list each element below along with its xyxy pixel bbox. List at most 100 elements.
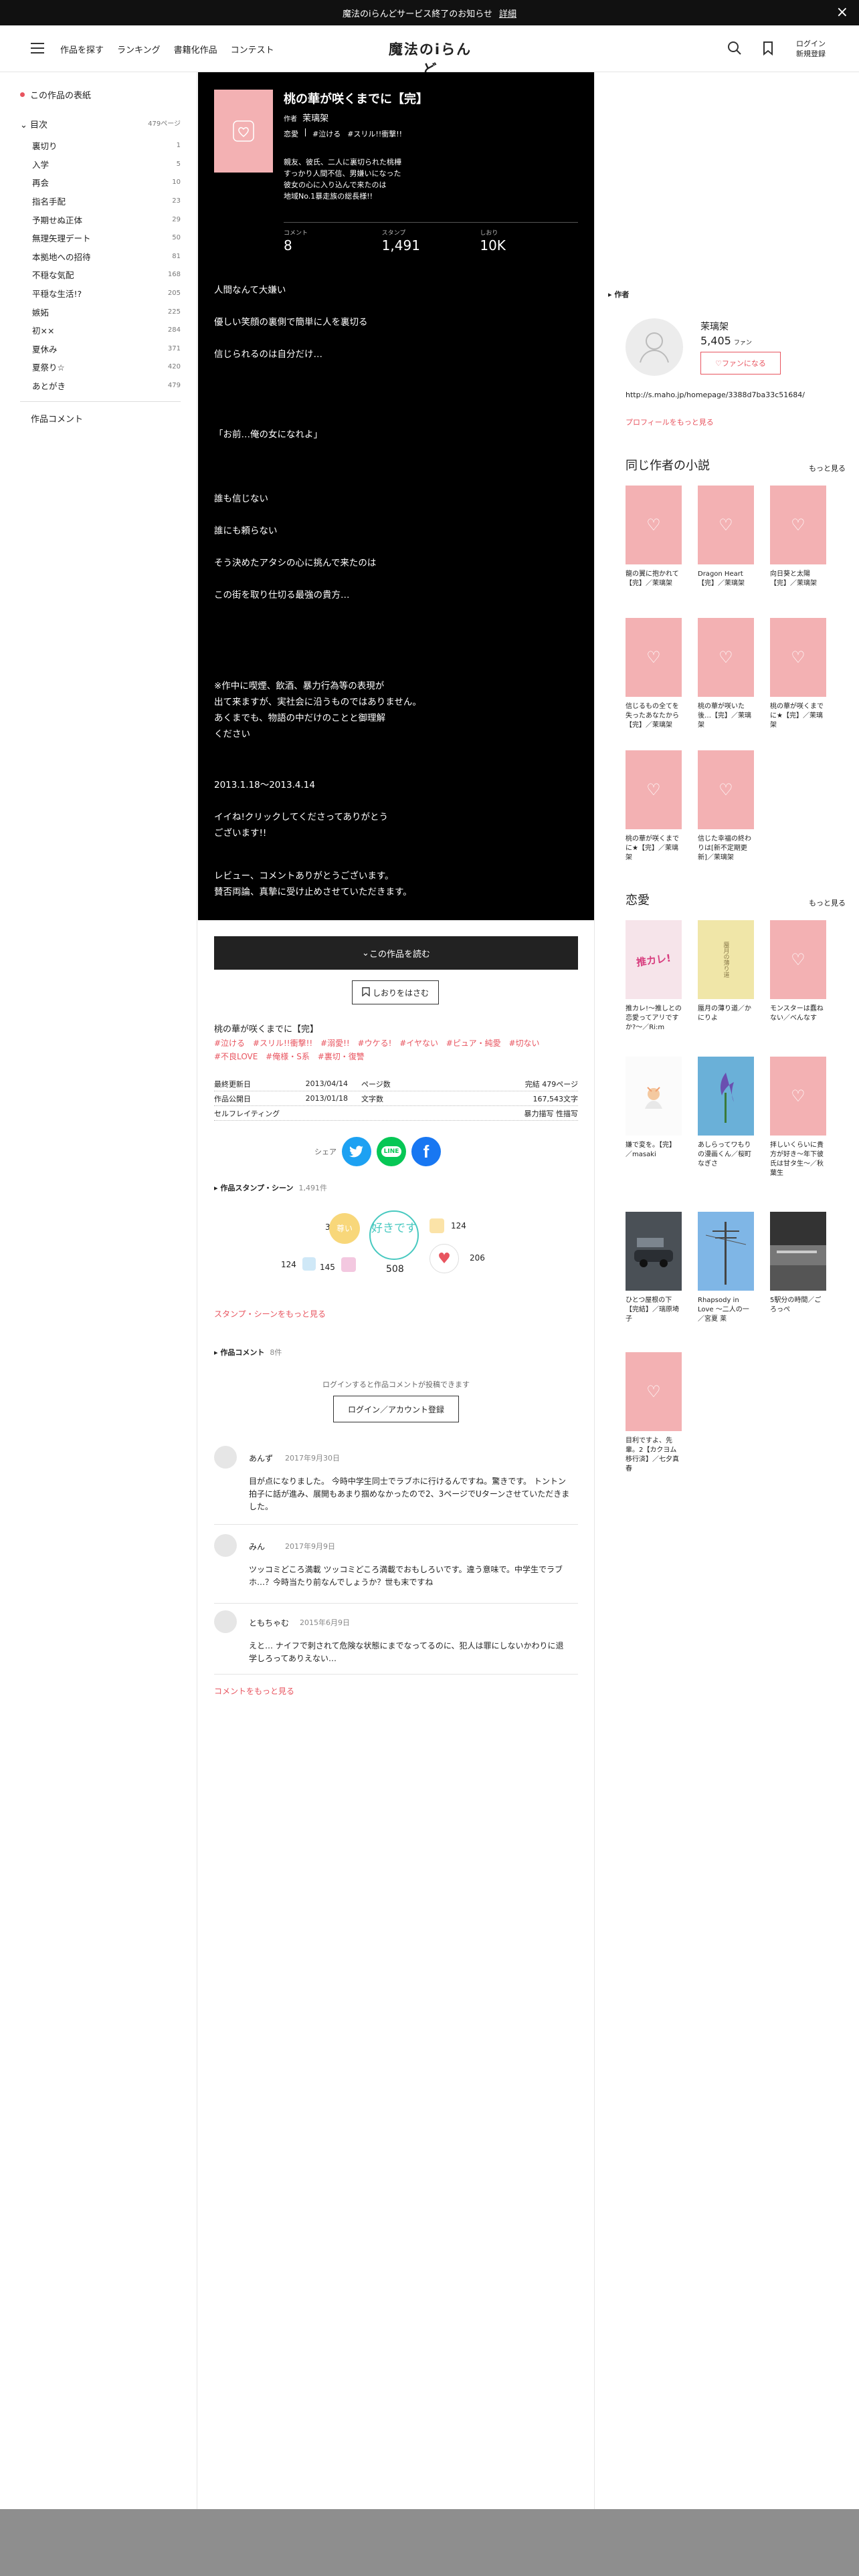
book-card[interactable]: ♡ 信じるもの全てを失ったあなたから【完】／茉璃架 — [626, 618, 682, 730]
cover-link[interactable]: この作品の表紙 — [20, 88, 91, 101]
site-logo[interactable]: 魔法のiらんど — [381, 39, 479, 78]
nav-ranking[interactable]: ランキング — [117, 43, 161, 56]
book-card[interactable]: ♡ 向日葵と太陽【完】／茉璃架 — [770, 486, 826, 588]
toc-item[interactable]: 初×× 284 — [32, 321, 181, 340]
book-card[interactable]: 5駅分の時間／ごろっぺ — [770, 1212, 826, 1315]
book-card[interactable]: ひとつ屋根の下【完結】／瑞原埼子 — [626, 1212, 682, 1324]
twitter-share-icon[interactable] — [342, 1137, 371, 1166]
tag-link[interactable]: #スリル!!衝撃!! — [347, 128, 402, 139]
same-author-more-link[interactable]: もっと見る — [809, 463, 846, 473]
comment-date: 2017年9月30日 — [285, 1454, 340, 1463]
book-card[interactable]: ♡ Dragon Heart【完】／茉璃架 — [698, 486, 754, 588]
bookmark-icon[interactable] — [760, 40, 776, 56]
book-card[interactable]: 嫌で変を。【完】／masaki — [626, 1057, 682, 1160]
stamp-ukeru-icon[interactable] — [341, 1257, 356, 1272]
line-share-icon[interactable]: LINE — [377, 1137, 406, 1166]
book-card[interactable]: ♡ モンスターは蠢ねない／べんなす — [770, 920, 826, 1023]
romance-more-link[interactable]: もっと見る — [809, 897, 846, 908]
body-paragraph: 2013.1.18〜2013.4.14 — [214, 780, 315, 790]
tag-link[interactable]: #ウケる! — [358, 1039, 392, 1048]
tag-link[interactable]: #俺様・S系 — [266, 1052, 310, 1061]
user-icon — [640, 332, 669, 363]
book-card[interactable]: 蜃月の薄り道 蜃月の薄り道／かにりよ — [698, 920, 754, 1023]
author-name-link[interactable]: 茉璃架 — [700, 320, 729, 333]
author-avatar[interactable] — [626, 318, 683, 376]
hamburger-menu-icon[interactable] — [31, 43, 44, 53]
facebook-share-icon[interactable]: f — [411, 1137, 441, 1166]
comment-author[interactable]: みん — [249, 1541, 265, 1552]
toc-item[interactable]: 入学 5 — [32, 155, 181, 174]
become-fan-button[interactable]: ♡ ファンになる — [700, 352, 781, 374]
toc-total-pages: 479ページ — [148, 120, 181, 128]
close-icon[interactable]: × — [836, 4, 848, 21]
book-cover: ♡ — [770, 618, 826, 697]
tag-link[interactable]: #切ない — [508, 1039, 539, 1048]
tag-link[interactable]: #溺愛!! — [320, 1039, 350, 1048]
more-comments-link[interactable]: コメントをもっと見る — [214, 1685, 294, 1697]
chevron-down-icon: ⌄ — [20, 120, 27, 130]
toc-item[interactable]: 再会 10 — [32, 173, 181, 192]
work-cover[interactable] — [214, 90, 273, 173]
toc-item[interactable]: 予期せぬ正体 29 — [32, 210, 181, 229]
book-card[interactable]: Rhapsody in Love 〜二人の一／宮夏 莱 — [698, 1212, 754, 1324]
toc-item[interactable]: 本拠地への招待 81 — [32, 247, 181, 266]
toc-item[interactable]: あとがき 479 — [32, 377, 181, 395]
tag-link[interactable]: #裏切・復讐 — [318, 1052, 365, 1061]
body-paragraph: 誰も信じない — [214, 494, 268, 504]
tag-link[interactable]: #不良LOVE — [214, 1052, 258, 1061]
book-card[interactable]: ♡ 信じた幸福の終わりは[新不定期更新]／茉璃架 — [698, 750, 754, 863]
stamp-naki-icon[interactable] — [302, 1257, 316, 1271]
book-card[interactable]: ♡ 目利ですよ、先輩。2【カクヨム移行済】／七夕真春 — [626, 1352, 682, 1474]
toc-item[interactable]: 平穏な生活!? 205 — [32, 284, 181, 303]
stamp-more-link[interactable]: スタンプ・シーンをもっと見る — [214, 1308, 326, 1319]
login-register-button[interactable]: ログイン／アカウント登録 — [333, 1396, 459, 1422]
nav-contest[interactable]: コンテスト — [231, 43, 274, 56]
book-card[interactable]: ♡ 拝しいくらいに貴方が好き〜年下彼氏は甘タ生〜／秋葉生 — [770, 1057, 826, 1178]
comment-author[interactable]: あんず — [249, 1453, 273, 1464]
bookmark-button[interactable]: しおりをはさむ — [352, 980, 439, 1004]
author-homepage-url[interactable]: http://s.maho.jp/homepage/3388d7ba33c516… — [626, 389, 846, 401]
toc-item[interactable]: 不穏な気配 168 — [32, 265, 181, 284]
book-card[interactable]: ♡ 桃の華が咲くまでに★【完】／茉璃架 — [626, 750, 682, 863]
toc-item[interactable]: 指名手配 23 — [32, 192, 181, 211]
toc-item[interactable]: 嫉妬 225 — [32, 302, 181, 321]
stamp-cluster: 384 尊い 好きです 508 124 124 145 ♥ 206 — [268, 1204, 522, 1284]
profile-more-link[interactable]: プロフィールをもっと見る — [626, 417, 714, 427]
search-icon[interactable] — [727, 40, 743, 56]
book-card[interactable]: ♡ 龍の翼に抱かれて【完】／茉璃架 — [626, 486, 682, 588]
tag-link[interactable]: #スリル!!衝撃!! — [253, 1039, 312, 1048]
work-comment-link[interactable]: 作品コメント — [31, 412, 83, 425]
book-card[interactable]: あしらってワもりの漫画くん／桜町なぎさ — [698, 1057, 754, 1169]
body-paragraph: イイね!クリックしてくださってありがとう ございます!! — [214, 812, 389, 839]
stamp-doki-icon[interactable] — [430, 1218, 444, 1233]
body-paragraph: 人間なんて大嫌い — [214, 285, 286, 296]
tag-link[interactable]: #ピュア・純愛 — [446, 1039, 501, 1048]
toc-item[interactable]: 夏休み 371 — [32, 340, 181, 358]
tag-link[interactable]: #泣ける — [214, 1039, 245, 1048]
read-work-button[interactable]: ⌄ この作品を読む — [214, 936, 578, 970]
stamp-toutoi[interactable]: 尊い — [329, 1213, 360, 1244]
stamp-count: 124 — [281, 1260, 296, 1269]
stamp-heart-icon[interactable]: ♥ — [430, 1244, 459, 1273]
nav-books[interactable]: 書籍化作品 — [174, 43, 217, 56]
signup-link[interactable]: 新規登録 — [796, 49, 826, 58]
nav-search-works[interactable]: 作品を探す — [60, 43, 104, 56]
toc-header[interactable]: ⌄ 目次 479ページ — [20, 118, 181, 130]
login-link[interactable]: ログイン — [796, 39, 826, 48]
toc-item[interactable]: 夏祭り☆ 420 — [32, 358, 181, 377]
comment-author[interactable]: ともちゃむ — [249, 1617, 289, 1628]
genre-link[interactable]: 恋愛 — [284, 128, 298, 139]
romance-heading: 恋愛 — [626, 893, 650, 907]
toc-item[interactable]: 裏切り 1 — [32, 136, 181, 155]
notice-detail-link[interactable]: 詳細 — [499, 7, 516, 19]
stamp-suki[interactable]: 好きです — [369, 1210, 419, 1260]
book-card[interactable]: ♡ 桃の華が咲いた後…【完】／茉璃架 — [698, 618, 754, 730]
tag-link[interactable]: #イヤない — [399, 1039, 438, 1048]
author-name-link[interactable]: 茉璃架 — [302, 114, 328, 124]
book-card[interactable]: 推カレ! 推カレ!〜推しとの恋愛ってアリですか?〜／Ri:m — [626, 920, 682, 1033]
tag-link[interactable]: #泣ける — [312, 128, 341, 139]
toc-item[interactable]: 無理矢理デート 50 — [32, 229, 181, 247]
book-card[interactable]: ♡ 桃の華が咲くまでに★【完】／茉璃架 — [770, 618, 826, 730]
author-section-heading: ▸ 作者 — [608, 290, 630, 299]
comment-text: ツッコミどころ満載 ツッコミどころ満載でおもしろいです。違う意味で。中学生でラブ… — [249, 1565, 563, 1587]
